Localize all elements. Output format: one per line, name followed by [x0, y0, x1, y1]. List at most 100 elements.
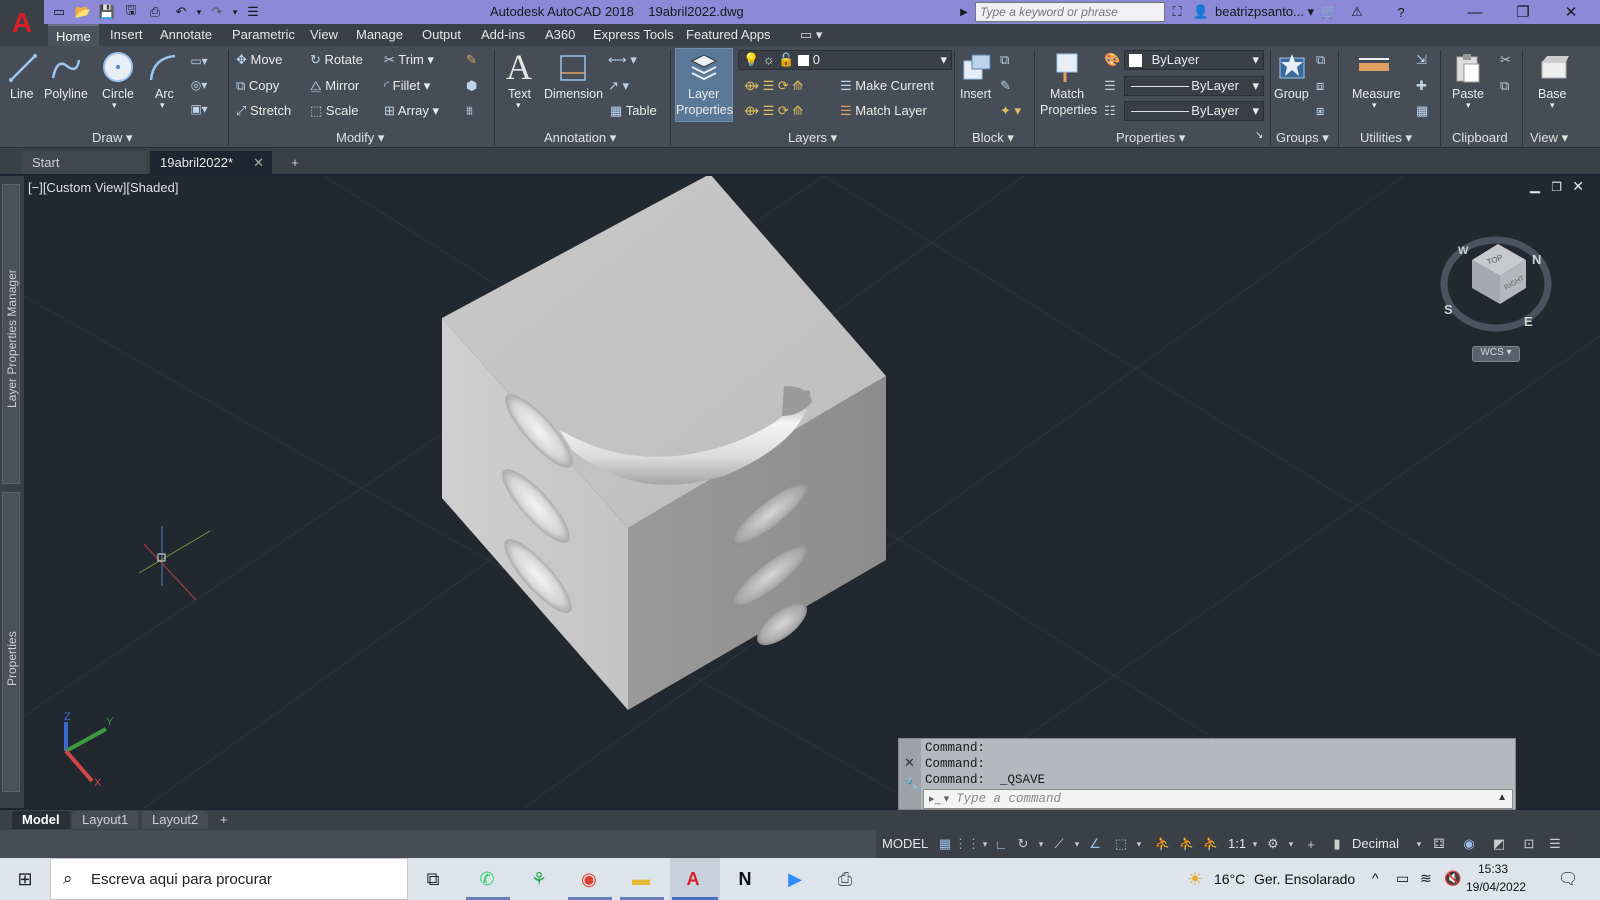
attributes-icon[interactable]: ✦ ▾ — [1000, 103, 1021, 119]
auto-scale-icon[interactable]: ⛹ — [1178, 835, 1196, 853]
dimension-icon[interactable] — [558, 50, 588, 86]
new-file-icon[interactable]: ▭ — [50, 3, 68, 21]
explode-icon[interactable]: ⬢ — [466, 78, 477, 94]
units-dropdown-icon[interactable]: ▾ — [1410, 835, 1428, 853]
workspace-gear-icon[interactable]: ⚙ — [1264, 835, 1282, 853]
stretch-button[interactable]: ⤢ Stretch — [236, 103, 291, 119]
arc-icon[interactable] — [146, 50, 180, 86]
insert-block-icon[interactable] — [960, 50, 994, 86]
copy-clip-icon[interactable]: ⧉ — [1500, 78, 1509, 94]
circle-dropdown-icon[interactable]: ▾ — [112, 100, 117, 111]
save-icon[interactable]: 💾 — [98, 3, 116, 21]
taskbar-search-input[interactable]: ⌕ Escreva aqui para procurar — [50, 858, 408, 900]
tab-express-tools[interactable]: Express Tools — [593, 27, 674, 42]
clock-date[interactable]: 19/04/2022 — [1466, 880, 1526, 894]
hardware-acceleration-icon[interactable]: ◩ — [1490, 835, 1508, 853]
insert-button[interactable]: Insert — [960, 87, 991, 101]
command-prompt-icon[interactable]: ▸_ ▾ — [929, 792, 949, 805]
tab-parametric[interactable]: Parametric — [232, 27, 295, 42]
viewcube[interactable]: TOP RIGHT N E S W — [1440, 236, 1552, 332]
isolate-objects-icon[interactable]: ◉ — [1460, 835, 1478, 853]
undo-icon[interactable]: ↶ — [172, 3, 190, 21]
shaded-3d-solid[interactable] — [442, 176, 886, 710]
measure-button[interactable]: Measure — [1352, 87, 1401, 101]
erase-icon[interactable]: ✎ — [466, 52, 477, 68]
offset-icon[interactable]: ⩩ — [466, 103, 473, 119]
trim-button[interactable]: ✂ Trim ▾ — [384, 52, 434, 68]
calculator-icon[interactable]: ▦ — [1416, 103, 1428, 119]
group-button[interactable]: Group — [1274, 87, 1309, 101]
open-file-icon[interactable]: 📂 — [74, 3, 92, 21]
undo-dropdown-icon[interactable]: ▾ — [190, 3, 208, 21]
customization-menu-icon[interactable]: ☰ — [1546, 835, 1564, 853]
command-window-handle[interactable] — [899, 739, 921, 809]
paste-dropdown-icon[interactable]: ▾ — [1466, 100, 1471, 111]
polar-icon[interactable]: ↻ — [1014, 835, 1032, 853]
command-history-toggle-icon[interactable]: ▲ — [1497, 792, 1507, 803]
circle-button[interactable]: Circle — [102, 87, 134, 101]
close-tab-icon[interactable]: ✕ — [253, 155, 264, 171]
tab-a360[interactable]: A360 — [545, 27, 575, 42]
paste-icon[interactable] — [1452, 50, 1484, 86]
isodraft-dropdown-icon[interactable]: ▾ — [1068, 835, 1086, 853]
clock-time[interactable]: 15:33 — [1478, 862, 1508, 876]
draw-panel-title[interactable]: Draw ▾ — [92, 130, 132, 146]
tab-layout1[interactable]: Layout1 — [72, 811, 139, 829]
whatsapp-icon[interactable]: ✆ — [474, 866, 500, 892]
model-viewport[interactable]: [−][Custom View][Shaded] ▁ ❐ ✕ Z Y X TOP… — [24, 176, 1600, 808]
tab-addins[interactable]: Add-ins — [481, 27, 525, 42]
group-icon[interactable] — [1276, 50, 1308, 84]
tab-layout2[interactable]: Layout2 — [142, 811, 209, 829]
drawing-canvas[interactable]: Z Y X TOP RIGHT N E S W — [24, 176, 1600, 808]
layers-panel-title[interactable]: Layers ▾ — [788, 130, 837, 146]
ribbon-toggle-icon[interactable]: ▭ ▾ — [800, 27, 822, 43]
group-select-icon[interactable]: ⧆ — [1316, 103, 1324, 119]
chrome-icon[interactable]: ◉ — [576, 866, 602, 892]
leader-icon[interactable]: ↗ ▾ — [608, 78, 629, 94]
redo-icon[interactable]: ↷ — [208, 3, 226, 21]
match-properties-label-2[interactable]: Properties — [1040, 103, 1097, 117]
create-block-icon[interactable]: ⧉ — [1000, 52, 1009, 68]
text-icon[interactable]: A — [502, 47, 536, 87]
tab-output[interactable]: Output — [422, 27, 461, 42]
layer-tools-icons-row2[interactable]: ⟴ ☰ ⟳ ⟰ — [744, 103, 803, 119]
match-properties-icon[interactable] — [1052, 50, 1084, 86]
notifications-icon[interactable]: 🗨 — [1558, 869, 1578, 889]
circle-icon[interactable] — [100, 48, 136, 86]
connect-icon[interactable]: ⚠ — [1348, 3, 1366, 21]
measure-icon[interactable] — [1356, 52, 1392, 82]
restore-icon[interactable]: ❐ — [1500, 0, 1546, 24]
scale-dropdown-icon[interactable]: ▾ — [1246, 835, 1264, 853]
wcs-menu[interactable]: WCS ▾ — [1472, 346, 1520, 362]
polar-dropdown-icon[interactable]: ▾ — [1032, 835, 1050, 853]
notion-icon[interactable]: N — [732, 866, 758, 892]
base-button[interactable]: Base — [1538, 87, 1567, 101]
tab-annotate[interactable]: Annotate — [160, 27, 212, 42]
app-leaf-icon[interactable]: ⚘ — [526, 866, 552, 892]
utilities-panel-title[interactable]: Utilities ▾ — [1360, 130, 1412, 146]
user-icon[interactable]: 👤 — [1192, 3, 1210, 21]
move-button[interactable]: ✥ Move — [236, 52, 282, 68]
layer-tools-icons-row1[interactable]: ⟴ ☰ ⟳ ⟰ — [744, 78, 803, 94]
battery-icon[interactable]: ▭ — [1396, 870, 1409, 887]
layer-dropdown[interactable]: 💡 ☼ 🔓 0 ▾ — [738, 50, 952, 70]
wifi-icon[interactable]: ≋ — [1420, 870, 1432, 887]
task-view-icon[interactable]: ⧉ — [420, 866, 446, 892]
volume-muted-icon[interactable]: 🔇 — [1444, 870, 1461, 887]
arc-dropdown-icon[interactable]: ▾ — [160, 100, 165, 111]
close-icon[interactable]: ✕ — [1548, 0, 1594, 24]
object-snap-tracking-icon[interactable]: ∠ — [1086, 835, 1104, 853]
properties-launcher-icon[interactable]: ↘ — [1255, 130, 1263, 141]
color-dropdown[interactable]: ByLayer ▾ — [1124, 50, 1264, 70]
customize-qat-icon[interactable]: ☰ — [244, 3, 262, 21]
annotation-monitor-icon[interactable]: + — [1302, 835, 1320, 853]
annotation-visibility-icon[interactable]: ⛹ — [1154, 835, 1172, 853]
redo-dropdown-icon[interactable]: ▾ — [226, 3, 244, 21]
copy-button[interactable]: ⧉ Copy — [236, 78, 279, 94]
weather-temperature[interactable]: 16°C — [1214, 871, 1245, 887]
measure-dropdown-icon[interactable]: ▾ — [1372, 100, 1377, 111]
customize-command-icon[interactable]: 🔧 — [904, 777, 920, 793]
search-expand-icon[interactable]: ▶ — [955, 3, 973, 21]
array-button[interactable]: ⊞ Array ▾ — [384, 103, 439, 119]
print-icon[interactable]: ⎙ — [146, 3, 164, 21]
